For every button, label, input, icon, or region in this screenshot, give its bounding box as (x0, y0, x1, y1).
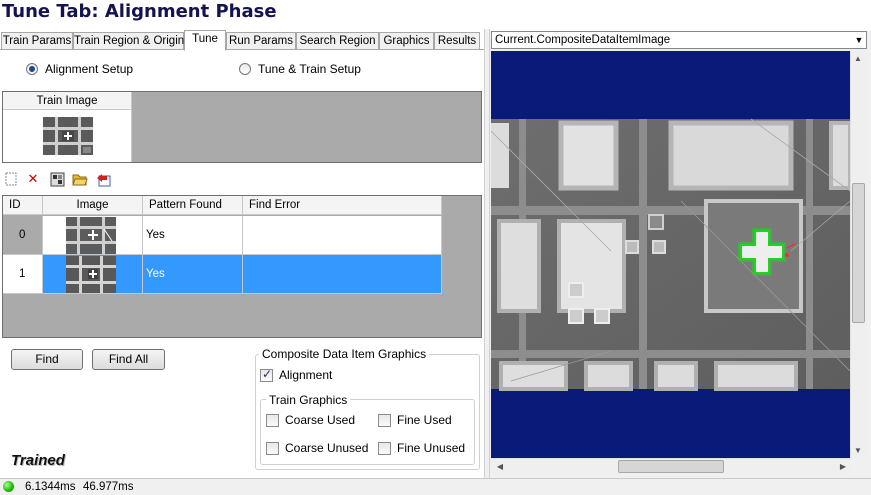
coarse-unused-checkbox[interactable]: Coarse Unused (266, 440, 368, 456)
tab-divider (0, 49, 484, 50)
open-folder-icon[interactable] (72, 171, 88, 187)
cell-find-error[interactable] (243, 216, 442, 255)
scroll-left-icon[interactable]: ◀ (493, 462, 507, 471)
fine-used-checkbox[interactable]: Fine Used (378, 412, 452, 428)
scroll-down-icon[interactable]: ▼ (851, 446, 865, 455)
cell-image[interactable] (43, 255, 143, 294)
find-button[interactable]: Find (11, 349, 83, 370)
trained-status-label: Trained (11, 452, 65, 469)
train-graphics-title: Train Graphics (266, 393, 351, 407)
table-row[interactable]: 0 Yes (3, 216, 442, 255)
cell-pattern-found[interactable]: Yes (143, 255, 243, 294)
train-image-header[interactable]: Train Image (3, 92, 132, 110)
checkbox-icon[interactable] (378, 413, 391, 427)
cell-image[interactable] (43, 216, 143, 255)
image-viewer[interactable] (491, 51, 850, 458)
result-image-thumbnail (66, 256, 116, 293)
cell-pattern-found[interactable]: Yes (143, 216, 243, 255)
coarse-used-checkbox[interactable]: Coarse Used (266, 412, 355, 428)
checkbox-icon[interactable] (266, 413, 279, 427)
tab-train-params[interactable]: Train Params (1, 32, 73, 50)
scroll-up-icon[interactable]: ▲ (851, 54, 865, 63)
tab-run-params[interactable]: Run Params (226, 32, 296, 50)
tab-results[interactable]: Results (434, 32, 480, 50)
radio-alignment-setup[interactable]: Alignment Setup (26, 60, 133, 78)
cell-id[interactable]: 1 (3, 255, 43, 294)
delete-icon[interactable]: ✕ (25, 171, 41, 187)
table-row[interactable]: 1 Yes (3, 255, 442, 294)
import-icon[interactable] (96, 171, 112, 187)
column-header-find-error[interactable]: Find Error (243, 196, 442, 215)
result-image-thumbnail (66, 217, 116, 254)
radio-unselected-icon[interactable] (239, 63, 251, 75)
column-header-image[interactable]: Image (43, 196, 143, 215)
tab-strip: Train Params Train Region & Origin Tune … (0, 30, 488, 51)
vertical-scroll-thumb[interactable] (852, 183, 865, 323)
camera-image (491, 118, 850, 391)
chevron-down-icon[interactable]: ▼ (852, 32, 866, 48)
checkbox-icon[interactable] (266, 441, 279, 455)
cell-id[interactable]: 0 (3, 216, 43, 255)
fine-unused-checkbox[interactable]: Fine Unused (378, 440, 465, 456)
fine-unused-label: Fine Unused (397, 441, 466, 455)
coarse-used-label: Coarse Used (285, 413, 356, 427)
alignment-checkbox-label: Alignment (279, 368, 333, 382)
column-header-pattern-found[interactable]: Pattern Found (143, 196, 243, 215)
checkbox-icon[interactable] (378, 441, 391, 455)
train-image-thumbnail (43, 117, 93, 155)
status-time-2: 46.977ms (83, 481, 134, 493)
alignment-checkbox[interactable]: Alignment (260, 367, 332, 383)
page-title: Tune Tab: Alignment Phase (2, 1, 277, 22)
tab-train-region-origin[interactable]: Train Region & Origin (73, 32, 184, 50)
grid-toolbar: ✕ (3, 171, 123, 189)
scroll-right-icon[interactable]: ▶ (836, 462, 850, 471)
coarse-unused-label: Coarse Unused (285, 441, 369, 455)
radio-alignment-setup-label: Alignment Setup (45, 62, 134, 76)
horizontal-scroll-thumb[interactable] (618, 460, 724, 473)
grid-icon[interactable] (49, 171, 65, 187)
column-header-id[interactable]: ID (3, 196, 43, 215)
radio-selected-icon[interactable] (26, 63, 38, 75)
cell-find-error[interactable] (243, 255, 442, 294)
radio-tune-train-setup[interactable]: Tune & Train Setup (239, 60, 361, 78)
status-time-1: 6.1344ms (25, 481, 76, 493)
composite-graphics-title: Composite Data Item Graphics (259, 347, 430, 361)
fine-used-label: Fine Used (397, 413, 452, 427)
find-all-button[interactable]: Find All (92, 349, 165, 370)
checkbox-checked-icon[interactable] (260, 367, 273, 382)
status-led-icon (3, 481, 14, 492)
train-image-cell[interactable] (3, 110, 132, 162)
new-icon[interactable] (3, 171, 19, 187)
radio-tune-train-setup-label: Tune & Train Setup (258, 62, 361, 76)
tab-search-region[interactable]: Search Region (296, 32, 379, 50)
tab-graphics[interactable]: Graphics (379, 32, 434, 50)
tab-tune[interactable]: Tune (184, 30, 226, 51)
image-selector-dropdown[interactable]: Current.CompositeDataItemImage (491, 31, 867, 49)
